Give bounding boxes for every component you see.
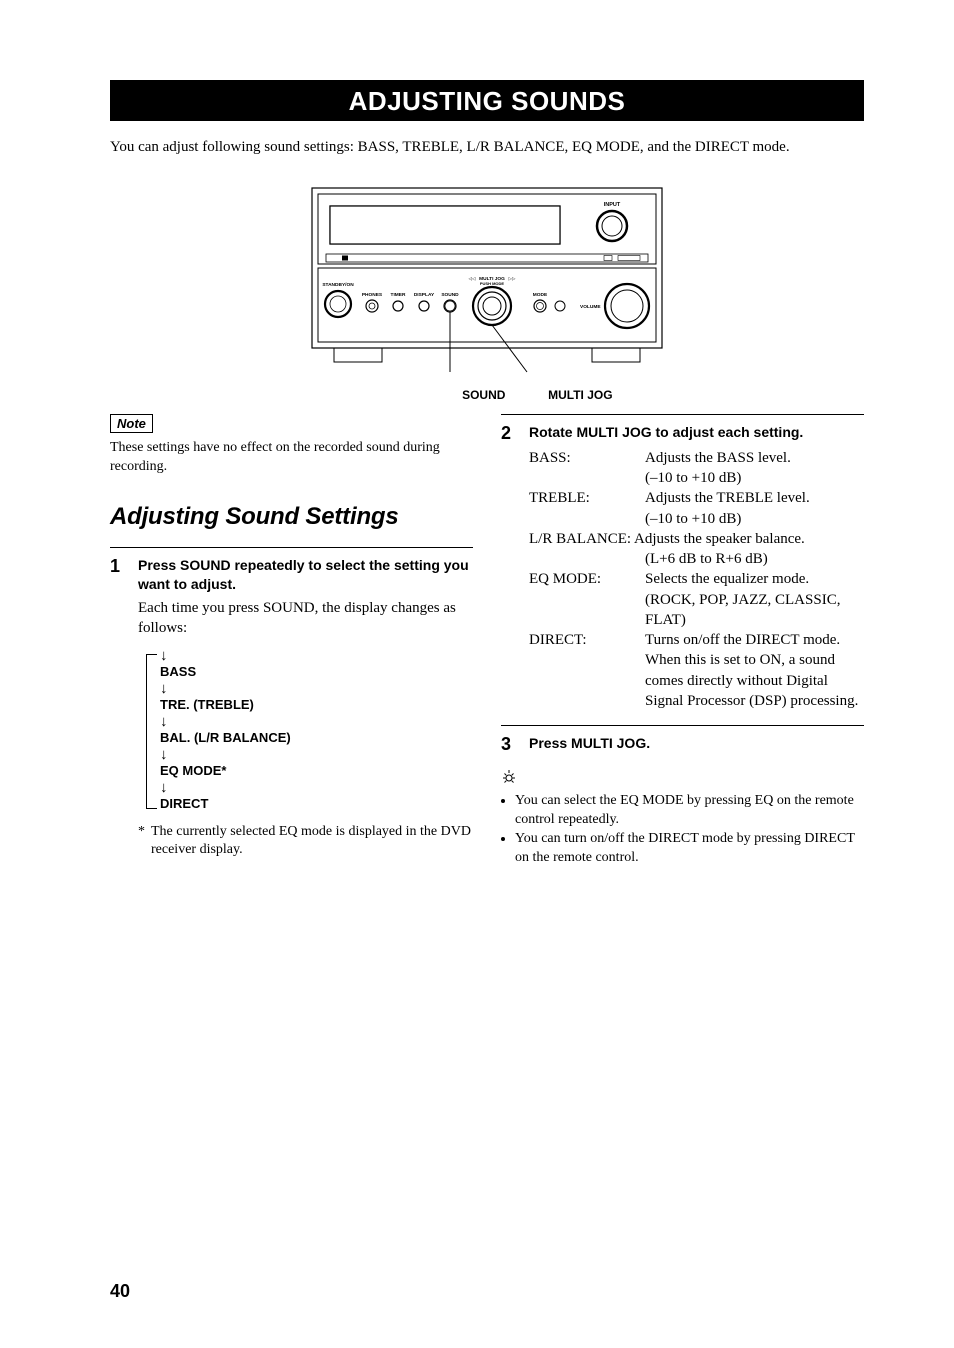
svg-text:▷▷: ▷▷: [509, 276, 516, 281]
note-label: Note: [117, 416, 146, 431]
panel-label-sound: SOUND: [441, 292, 459, 298]
flow-arrow-icon: ↓: [160, 681, 473, 696]
step-3-title: Press MULTI JOG.: [529, 734, 864, 753]
tips-list: You can select the EQ MODE by pressing E…: [501, 792, 864, 868]
footnote-text: The currently selected EQ mode is displa…: [151, 823, 473, 861]
setting-range: (L+6 dB to R+6 dB): [529, 549, 864, 569]
setting-label: BASS:: [529, 448, 645, 489]
intro-text: You can adjust following sound settings:…: [110, 139, 864, 156]
setting-range: (–10 to +10 dB): [645, 470, 741, 486]
step-1: 1 Press SOUND repeatedly to select the s…: [110, 547, 473, 861]
flow-item: TRE. (TREBLE): [160, 697, 473, 714]
right-column: 2 Rotate MULTI JOG to adjust each settin…: [501, 414, 864, 874]
panel-label-mode: MODE: [533, 292, 548, 298]
flow-item: DIRECT: [160, 796, 473, 813]
device-diagram: INPUT STANDBY/ON PHONES TIMER DISPLAY: [110, 184, 864, 404]
flow-item: BAL. (L/R BALANCE): [160, 730, 473, 747]
panel-label-pushmode: PUSH MODE: [480, 281, 505, 286]
step-2-number: 2: [501, 423, 517, 711]
page-title: ADJUSTING SOUNDS: [349, 86, 626, 116]
panel-label-timer: TIMER: [391, 292, 406, 298]
setting-label: TREBLE:: [529, 488, 645, 529]
step-2-title: Rotate MULTI JOG to adjust each setting.: [529, 423, 864, 442]
setting-desc: Adjusts the TREBLE level.: [645, 490, 810, 506]
panel-label-input: INPUT: [604, 202, 621, 208]
left-column: Note These settings have no effect on th…: [110, 414, 473, 874]
page-number: 40: [110, 1281, 130, 1302]
setting-row: BASS: Adjusts the BASS level. (–10 to +1…: [529, 448, 864, 489]
setting-row: L/R BALANCE: Adjusts the speaker balance…: [529, 529, 864, 570]
note-label-box: Note: [110, 414, 153, 433]
setting-range: (–10 to +10 dB): [645, 511, 741, 527]
panel-label-standby: STANDBY/ON: [322, 282, 354, 288]
setting-label: L/R BALANCE:: [529, 531, 631, 547]
section-heading: Adjusting Sound Settings: [110, 503, 473, 531]
note-text: These settings have no effect on the rec…: [110, 439, 473, 477]
diagram-callout-labels: SOUND MULTI JOG: [282, 388, 692, 402]
tip-item: You can select the EQ MODE by pressing E…: [515, 792, 864, 830]
flow-arrow-icon: ↓: [160, 747, 473, 762]
panel-label-volume: VOLUME: [580, 304, 601, 310]
content-columns: Note These settings have no effect on th…: [110, 414, 864, 874]
settings-table: BASS: Adjusts the BASS level. (–10 to +1…: [529, 448, 864, 711]
setting-row: DIRECT: Turns on/off the DIRECT mode. Wh…: [529, 630, 864, 711]
step-1-detail: Each time you press SOUND, the display c…: [138, 598, 473, 639]
flow-item: EQ MODE*: [160, 763, 473, 780]
setting-desc: Selects the equalizer mode.: [645, 571, 809, 587]
setting-label: DIRECT:: [529, 630, 645, 711]
step-3: 3 Press MULTI JOG.: [501, 725, 864, 755]
footnote-mark: *: [138, 823, 145, 861]
device-panel-illustration: INPUT STANDBY/ON PHONES TIMER DISPLAY: [282, 184, 692, 379]
setting-desc: Adjusts the speaker balance.: [634, 531, 805, 547]
tip-item: You can turn on/off the DIRECT mode by p…: [515, 830, 864, 868]
callout-sound: SOUND: [361, 388, 511, 402]
panel-label-phones: PHONES: [362, 292, 383, 298]
display-flow: ↓ BASS ↓ TRE. (TREBLE) ↓ BAL. (L/R BALAN…: [144, 648, 473, 812]
svg-text:◁◁: ◁◁: [469, 276, 476, 281]
flow-arrow-icon: ↓: [160, 780, 473, 795]
step-2: 2 Rotate MULTI JOG to adjust each settin…: [501, 414, 864, 711]
setting-desc: Adjusts the BASS level.: [645, 450, 791, 466]
setting-row: TREBLE: Adjusts the TREBLE level. (–10 t…: [529, 488, 864, 529]
step-1-number: 1: [110, 556, 126, 861]
step-1-title: Press SOUND repeatedly to select the set…: [138, 556, 473, 594]
flow-arrow-icon: ↓: [160, 648, 473, 663]
tip-icon: [501, 769, 864, 790]
callout-multijog: MULTI JOG: [548, 388, 612, 402]
panel-label-display: DISPLAY: [414, 292, 435, 298]
flow-item: BASS: [160, 664, 473, 681]
setting-desc: Turns on/off the DIRECT mode. When this …: [645, 630, 864, 711]
page-title-bar: ADJUSTING SOUNDS: [110, 80, 864, 121]
step-1-footnote: * The currently selected EQ mode is disp…: [138, 823, 473, 861]
step-3-number: 3: [501, 734, 517, 755]
setting-row: EQ MODE: Selects the equalizer mode. (RO…: [529, 569, 864, 630]
setting-label: EQ MODE:: [529, 569, 645, 630]
flow-arrow-icon: ↓: [160, 714, 473, 729]
setting-range: (ROCK, POP, JAZZ, CLASSIC, FLAT): [645, 592, 840, 628]
